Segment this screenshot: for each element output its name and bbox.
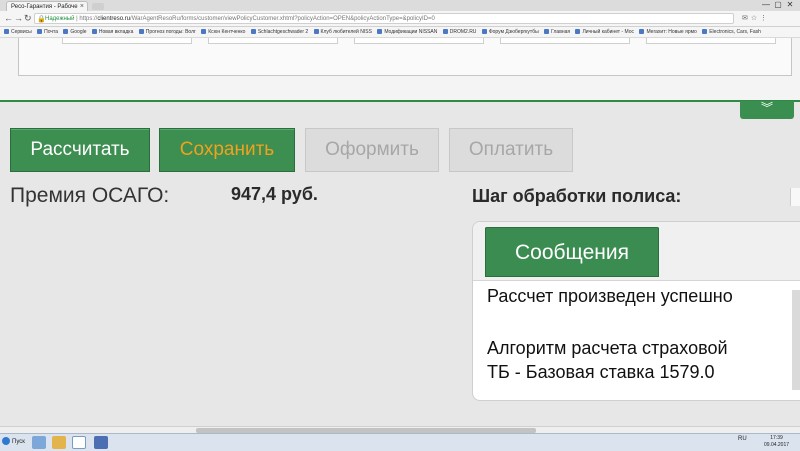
page-icon: [544, 29, 550, 34]
lock-icon: 🔒: [37, 16, 46, 23]
message-line: Рассчет произведен успешно: [487, 286, 733, 306]
bookmark-item[interactable]: Клуб любителей NISS: [313, 27, 372, 37]
bookmark-item[interactable]: Личный кабинет - Мос: [575, 27, 634, 37]
bookmark-item[interactable]: Почта: [37, 27, 58, 37]
forward-icon[interactable]: →: [14, 13, 23, 23]
vk-icon: [201, 29, 207, 34]
premium-value: 947,4 руб.: [231, 184, 318, 204]
taskbar: Пуск RU 17:39 09.04.2017: [0, 433, 800, 451]
page-icon: [442, 29, 448, 34]
google-icon: [63, 29, 69, 34]
mini-card: [500, 38, 630, 44]
youtube-icon: [91, 29, 97, 34]
folder-icon[interactable]: [52, 436, 66, 449]
minimize-button[interactable]: —: [760, 0, 772, 9]
messages-panel: Сообщения Рассчет произведен успешно Алг…: [472, 221, 800, 401]
page-icon: [377, 29, 383, 34]
mini-card: [354, 38, 484, 44]
chrome-icon[interactable]: [72, 436, 86, 449]
bookmark-item[interactable]: Новая вкладка: [91, 27, 133, 37]
bookmark-item[interactable]: Главная: [544, 27, 570, 37]
address-bar: ← → ↻ 🔒 Надежный | https://clientreso.ru…: [0, 11, 800, 27]
bookmark-item[interactable]: DROM2.RU: [442, 27, 476, 37]
window-controls: — ▢ ✕: [760, 0, 796, 9]
bookmark-item[interactable]: Прогноз погоды: Волг: [138, 27, 196, 37]
ie-icon[interactable]: [32, 436, 46, 449]
mini-card: [62, 38, 192, 44]
pay-button[interactable]: Оплатить: [449, 128, 573, 172]
messages-tabbar: Сообщения: [473, 222, 800, 281]
mini-card: [208, 38, 338, 44]
page-icon: [481, 29, 487, 34]
bookmark-item[interactable]: Форум Дзюбергкутбы: [481, 27, 539, 37]
language-indicator[interactable]: RU: [738, 436, 747, 442]
maximize-button[interactable]: ▢: [772, 0, 784, 9]
save-button[interactable]: Сохранить: [159, 128, 295, 172]
bookmark-item[interactable]: Schlachtgeschwader 2: [250, 27, 308, 37]
messages-scrollbar[interactable]: [792, 290, 800, 390]
bookmark-item[interactable]: Electronics, Cars, Fash: [702, 27, 761, 37]
secure-label: Надежный: [45, 16, 75, 22]
bookmarks-bar: Сервисы Почта Google Новая вкладка Прогн…: [0, 27, 800, 38]
bookmark-item[interactable]: Мегахит: Новые ярмо: [639, 27, 697, 37]
bookmark-item[interactable]: Google: [63, 27, 87, 37]
tab-title: Ресо-Гарантия - Рабоче: [11, 4, 78, 10]
page-icon: [138, 29, 144, 34]
url-prefix: https://: [79, 16, 98, 22]
mini-card: [646, 38, 776, 44]
chevron-down-icon: ︾: [760, 101, 773, 115]
page-icon: [250, 29, 256, 34]
clock-date: 09.04.2017: [764, 442, 790, 448]
bookmark-item[interactable]: Сервисы: [4, 27, 32, 37]
start-button[interactable]: Пуск: [2, 436, 25, 449]
page-icon: [313, 29, 319, 34]
message-line: Алгоритм расчета страховой: [487, 338, 728, 358]
premium-label: Премия ОСАГО:: [10, 184, 170, 207]
url-input[interactable]: 🔒 Надежный | https://clientreso.ru/WarAg…: [34, 13, 734, 24]
collapse-button[interactable]: ︾: [740, 101, 794, 119]
clock: 17:39 09.04.2017: [764, 435, 789, 449]
windows-logo-icon: [2, 437, 10, 445]
message-line: ТБ - Базовая ставка 1579.0: [487, 362, 715, 382]
page-icon: [639, 29, 645, 34]
new-tab-button[interactable]: [92, 3, 104, 10]
close-window-button[interactable]: ✕: [784, 0, 796, 9]
policy-step-label: Шаг обработки полиса:: [472, 186, 682, 206]
url-path: /WarAgentResoRu/forms/customer/viewPolic…: [130, 16, 435, 22]
back-icon[interactable]: ←: [4, 13, 13, 23]
extension-icons[interactable]: ✉☆⋮: [742, 14, 770, 22]
page-icon: [702, 29, 708, 34]
policy-step-box: [790, 188, 800, 206]
page-icon: [575, 29, 581, 34]
issue-button[interactable]: Оформить: [305, 128, 439, 172]
tab-close-icon[interactable]: ×: [80, 2, 84, 11]
browser-tab[interactable]: Ресо-Гарантия - Рабоче ×: [6, 1, 88, 11]
clock-time: 17:39: [770, 435, 783, 441]
browser-tabstrip: Ресо-Гарантия - Рабоче × — ▢ ✕: [0, 0, 800, 11]
mail-icon: [37, 29, 43, 34]
app-icon[interactable]: [94, 436, 108, 449]
bookmark-item[interactable]: Модификации NISSAN: [377, 27, 437, 37]
url-host: clientreso.ru: [97, 16, 131, 22]
tab-messages[interactable]: Сообщения: [485, 227, 659, 277]
bookmark-item[interactable]: Ксюн Кентченко: [201, 27, 245, 37]
calculate-button[interactable]: Рассчитать: [10, 128, 150, 172]
apps-icon: [4, 29, 9, 34]
reload-icon[interactable]: ↻: [24, 13, 32, 24]
